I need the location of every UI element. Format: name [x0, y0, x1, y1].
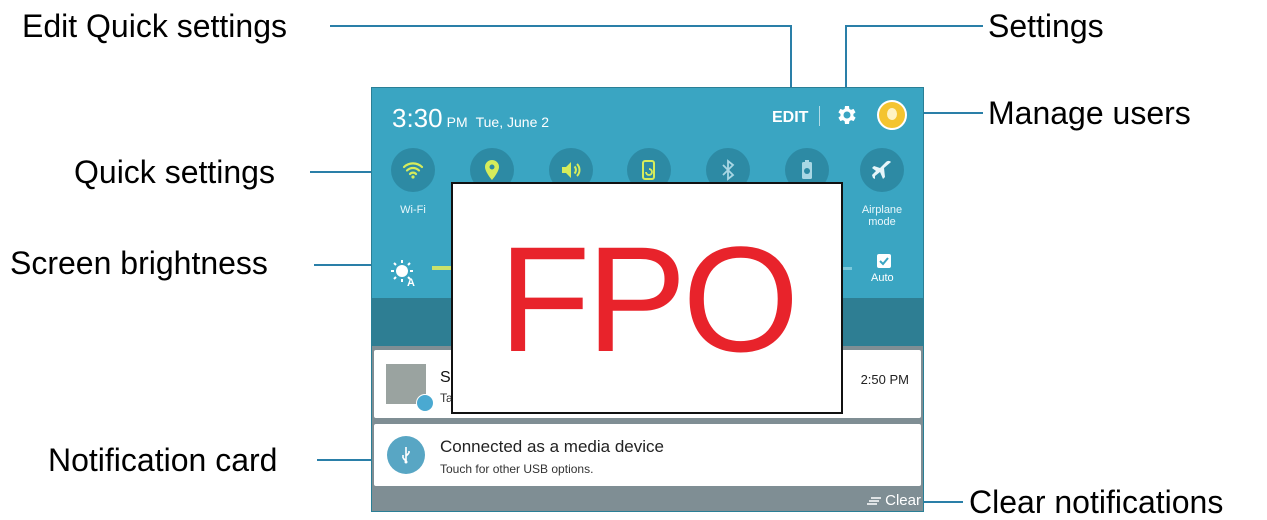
status-date: Tue, June 2	[475, 114, 550, 130]
notification-card-usb[interactable]: Connected as a media device Touch for ot…	[374, 424, 921, 486]
airplane-icon	[872, 160, 891, 179]
airplane-mode-toggle[interactable]	[860, 148, 904, 192]
power-saving-icon	[802, 160, 812, 179]
gallery-badge-icon	[416, 394, 434, 412]
fpo-placeholder: FPO	[451, 182, 843, 414]
auto-brightness-label: Auto	[871, 272, 894, 284]
user-avatar-icon[interactable]	[877, 100, 907, 130]
status-time: 3:30	[392, 103, 443, 133]
wifi-label: Wi-Fi	[400, 204, 426, 216]
notification-subtitle: Touch for other USB options.	[440, 462, 594, 476]
auto-brightness-icon: A	[391, 260, 415, 287]
edit-quick-settings-leader	[330, 25, 792, 88]
callout-clear-notifications: Clear notifications	[969, 484, 1224, 520]
callout-notification-card: Notification card	[48, 442, 278, 478]
status-bar: 3:30 PM Tue, June 2	[392, 103, 549, 134]
clear-label: Clear	[885, 492, 921, 509]
checkmark-icon	[879, 257, 889, 266]
location-icon	[485, 160, 499, 180]
airplane-mode-label: Airplane mode	[861, 204, 903, 228]
clear-all-icon	[867, 497, 882, 505]
callout-screen-brightness: Screen brightness	[10, 245, 268, 281]
screen-rotation-icon	[642, 160, 655, 180]
status-ampm: PM	[446, 114, 468, 130]
bluetooth-icon	[722, 159, 735, 181]
svg-text:A: A	[407, 277, 415, 287]
settings-gear-icon[interactable]	[834, 103, 858, 127]
callout-manage-users: Manage users	[988, 95, 1191, 131]
auto-brightness-checkbox[interactable]	[877, 254, 891, 268]
edit-divider	[819, 106, 820, 126]
notification-time: 2:50 PM	[860, 372, 909, 387]
fpo-text: FPO	[498, 215, 799, 383]
usb-icon	[387, 436, 425, 474]
clear-notifications-button[interactable]: Clear	[867, 492, 921, 509]
notification-title: Connected as a media device	[440, 437, 664, 456]
settings-leader	[845, 25, 983, 88]
wifi-toggle[interactable]	[391, 148, 435, 192]
callout-quick-settings: Quick settings	[74, 154, 275, 190]
callout-settings: Settings	[988, 8, 1104, 44]
wifi-icon	[402, 162, 424, 179]
callout-edit-quick-settings: Edit Quick settings	[22, 8, 287, 44]
edit-button[interactable]: EDIT	[772, 109, 808, 127]
sound-icon	[562, 162, 581, 178]
